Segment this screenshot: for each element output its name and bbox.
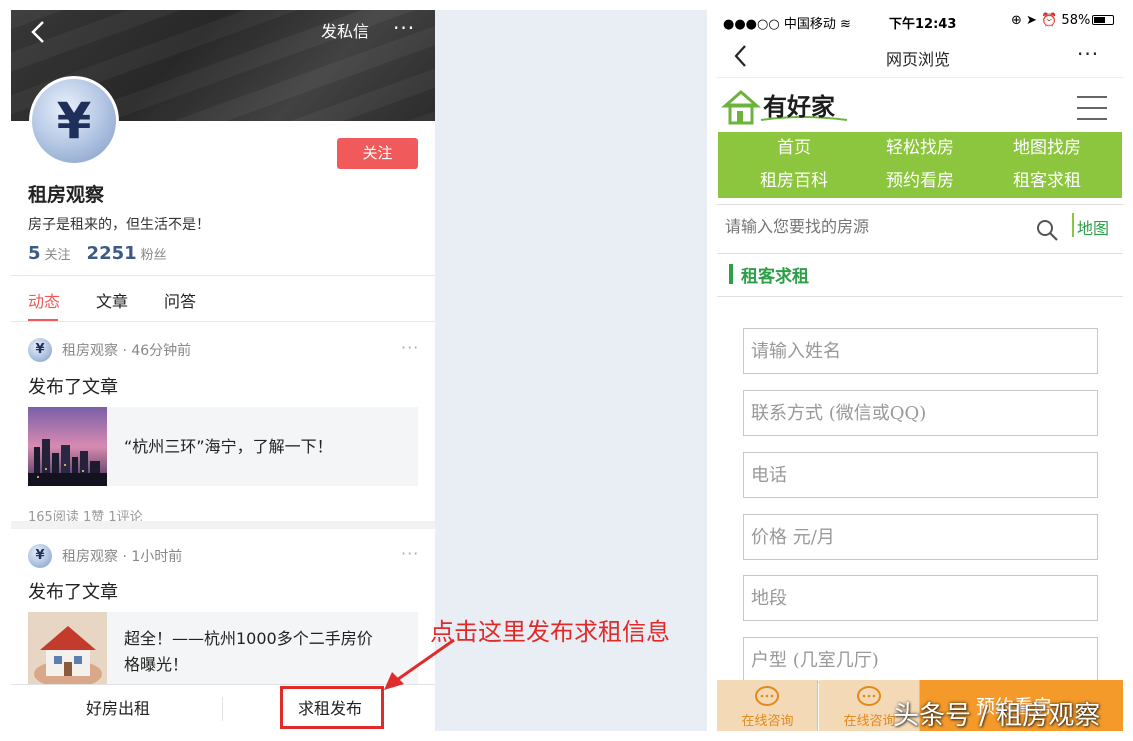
tab-activity[interactable]: 动态 <box>28 288 60 312</box>
tab-qa[interactable]: 问答 <box>164 288 196 312</box>
layout-field[interactable] <box>743 637 1098 683</box>
site-header: 有好家 <box>717 80 1123 132</box>
profile-screen: 发私信 ··· ¥ 关注 租房观察 房子是租来的，但生活不是！ 5 关注 2251 粉… <box>11 10 435 731</box>
back-arrow-icon[interactable] <box>29 20 49 44</box>
chat-bubble-icon <box>755 686 779 706</box>
divider <box>222 697 223 721</box>
follow-button[interactable]: 关注 <box>337 138 418 169</box>
article-card-title-line1: 超全！——杭州1000多个二手房价 <box>124 629 373 648</box>
post-title: 发布了文章 <box>28 582 118 603</box>
article-thumbnail-house <box>28 612 107 691</box>
following-label[interactable]: 关注 <box>45 248 71 263</box>
status-time: 下午12:43 <box>889 17 957 32</box>
carrier: ●●●○○ 中国移动 ≋ <box>723 17 851 32</box>
article-card[interactable]: 超全！——杭州1000多个二手房价 格曝光！ <box>28 612 418 691</box>
chat-bubble-icon <box>857 686 881 706</box>
contact-field[interactable] <box>743 390 1098 436</box>
menu-icon[interactable] <box>1077 96 1107 120</box>
tab-articles[interactable]: 文章 <box>96 288 128 312</box>
alarm-icon: ⏰ <box>1041 13 1058 28</box>
post-avatar: ¥ <box>28 544 52 568</box>
send-message-button[interactable]: 发私信 <box>321 18 369 42</box>
online-consult-button[interactable]: 在线咨询 <box>717 680 818 731</box>
profile-stats: 5 关注 2251 粉丝 <box>28 243 167 264</box>
divider <box>717 296 1123 297</box>
section-title: 租客求租 <box>729 262 809 287</box>
location-icon: ➤ <box>1026 13 1037 28</box>
post-more-icon[interactable]: ··· <box>401 338 419 357</box>
article-thumbnail-city <box>28 407 107 486</box>
nav-home[interactable]: 首页 <box>727 132 861 165</box>
highlight-box <box>280 686 384 729</box>
browser-navbar: 网页浏览 ··· <box>717 34 1123 78</box>
more-options-icon[interactable]: ··· <box>1077 42 1099 66</box>
price-field[interactable] <box>743 514 1098 560</box>
post-meta: 租房观察 · 1小时前 <box>62 549 183 565</box>
annotation-callout: 点击这里发布求租信息 <box>430 618 670 646</box>
battery-icon <box>1092 15 1115 25</box>
name-field[interactable] <box>743 328 1098 374</box>
map-link[interactable]: 地图 <box>1077 215 1109 239</box>
avatar[interactable]: ¥ <box>29 76 119 166</box>
article-card[interactable]: “杭州三环”海宁，了解一下！ <box>28 407 418 486</box>
status-icons: ⊕ ➤ ⏰ 58% <box>1011 13 1115 28</box>
search-bar: 地图 <box>717 204 1123 254</box>
divider <box>11 321 435 322</box>
status-bar: ●●●○○ 中国移动 ≋ 下午12:43 ⊕ ➤ ⏰ 58% <box>717 10 1123 32</box>
search-icon[interactable] <box>1035 218 1059 242</box>
article-card-title-line2: 格曝光！ <box>124 655 189 674</box>
nav-easy-search[interactable]: 轻松找房 <box>853 132 987 165</box>
post-meta: 租房观察 · 46分钟前 <box>62 343 192 359</box>
post-more-icon[interactable]: ··· <box>401 544 419 563</box>
location-field[interactable] <box>743 575 1098 621</box>
profile-bio: 房子是租来的，但生活不是！ <box>28 217 210 233</box>
profile-name: 租房观察 <box>28 184 105 206</box>
fans-label[interactable]: 粉丝 <box>141 248 167 263</box>
post-title: 发布了文章 <box>28 377 118 398</box>
wifi-icon: ≋ <box>840 17 851 32</box>
nav-book-viewing[interactable]: 预约看房 <box>853 165 987 198</box>
nav-map-search[interactable]: 地图找房 <box>980 132 1114 165</box>
nav-rental-wiki[interactable]: 租房百科 <box>727 165 861 198</box>
list-rental-button[interactable]: 好房出租 <box>86 685 150 731</box>
fans-count[interactable]: 2251 <box>87 243 137 264</box>
site-main-nav: 首页 轻松找房 地图找房 租房百科 预约看房 租客求租 <box>718 132 1122 198</box>
lock-rotation-icon: ⊕ <box>1011 13 1022 28</box>
back-arrow-icon[interactable] <box>733 44 749 68</box>
article-card-title: “杭州三环”海宁，了解一下！ <box>124 437 333 456</box>
divider <box>11 275 435 276</box>
following-count[interactable]: 5 <box>28 243 41 264</box>
nav-tenant-request[interactable]: 租客求租 <box>980 165 1114 198</box>
more-options-icon[interactable]: ··· <box>393 16 415 40</box>
divider <box>1072 213 1074 237</box>
consult-label: 在线咨询 <box>741 714 794 729</box>
watermark: 头条号 / 租房观察 <box>893 701 1101 731</box>
feed-separator <box>11 521 435 529</box>
browser-title: 网页浏览 <box>886 50 951 69</box>
search-input[interactable] <box>725 217 1015 236</box>
site-logo-text[interactable]: 有好家 <box>763 87 835 122</box>
phone-field[interactable] <box>743 452 1098 498</box>
browser-screen: ●●●○○ 中国移动 ≋ 下午12:43 ⊕ ➤ ⏰ 58% 网页浏览 ··· … <box>717 10 1123 731</box>
post-avatar: ¥ <box>28 338 52 362</box>
